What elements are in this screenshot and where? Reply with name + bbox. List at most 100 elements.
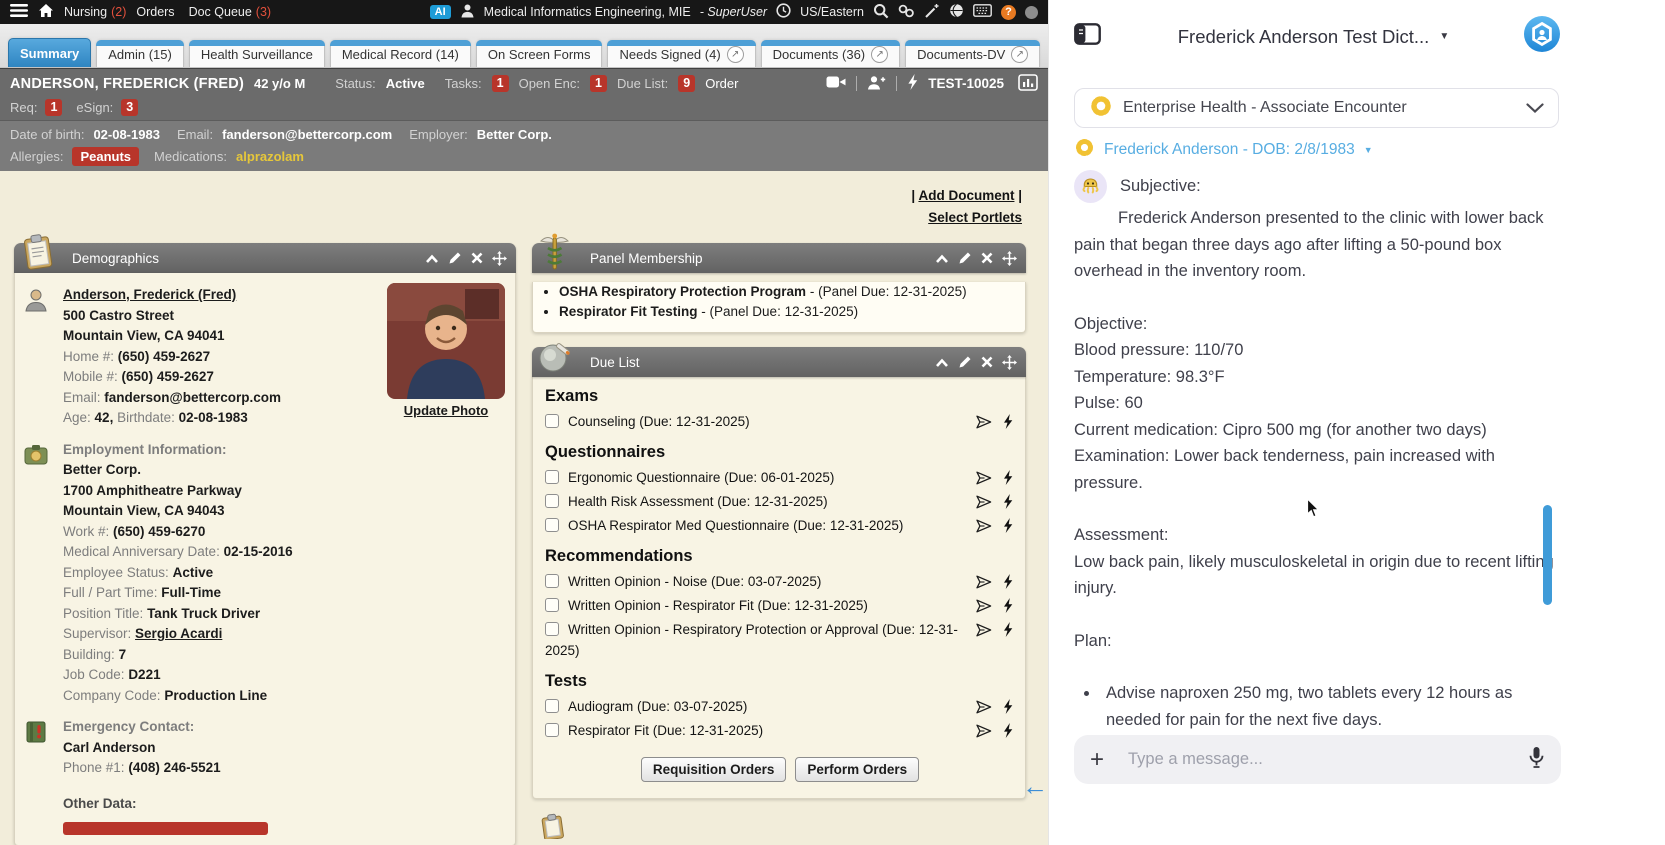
tab-admin[interactable]: Admin (15) bbox=[96, 40, 184, 67]
keyboard-icon[interactable] bbox=[973, 4, 992, 20]
close-icon[interactable] bbox=[471, 252, 483, 264]
bolt-icon[interactable] bbox=[1003, 414, 1013, 435]
panel-membership-header[interactable]: Panel Membership bbox=[532, 233, 1026, 273]
order-link[interactable]: Order bbox=[705, 76, 738, 91]
ai-badge[interactable]: AI bbox=[429, 5, 451, 19]
move-icon[interactable] bbox=[492, 250, 507, 266]
checkbox[interactable] bbox=[545, 494, 559, 508]
requisition-orders-button[interactable]: Requisition Orders bbox=[640, 757, 787, 782]
collapse-icon[interactable] bbox=[935, 357, 949, 368]
close-icon[interactable] bbox=[981, 252, 993, 264]
select-portlets-link[interactable]: Select Portlets bbox=[928, 210, 1022, 225]
tab-documents[interactable]: Documents (36) ↗ bbox=[760, 40, 901, 67]
send-icon[interactable] bbox=[976, 723, 992, 744]
edit-icon[interactable] bbox=[958, 355, 972, 369]
checkbox[interactable] bbox=[545, 723, 559, 737]
update-photo-link[interactable]: Update Photo bbox=[404, 403, 489, 418]
hamburger-icon[interactable] bbox=[10, 4, 28, 20]
home-icon[interactable] bbox=[38, 3, 54, 21]
bolt-icon[interactable] bbox=[1003, 494, 1013, 515]
chart-icon[interactable] bbox=[1018, 73, 1038, 94]
checkbox[interactable] bbox=[545, 699, 559, 713]
checkbox[interactable] bbox=[545, 622, 559, 636]
globe-icon[interactable] bbox=[949, 3, 964, 21]
collapse-icon[interactable] bbox=[425, 253, 439, 264]
send-icon[interactable] bbox=[976, 622, 992, 643]
esign-count-badge[interactable]: 3 bbox=[121, 98, 139, 116]
scrollbar-thumb[interactable] bbox=[1543, 505, 1552, 605]
bolt-icon[interactable] bbox=[1003, 518, 1013, 539]
send-icon[interactable] bbox=[976, 598, 992, 619]
bolt-icon[interactable] bbox=[1003, 699, 1013, 720]
edit-icon[interactable] bbox=[448, 251, 462, 265]
edit-icon[interactable] bbox=[958, 251, 972, 265]
send-icon[interactable] bbox=[976, 699, 992, 720]
checkbox[interactable] bbox=[545, 598, 559, 612]
move-icon[interactable] bbox=[1002, 250, 1017, 266]
close-icon[interactable] bbox=[981, 356, 993, 368]
tab-documents-dv[interactable]: Documents-DV ↗ bbox=[905, 40, 1041, 67]
send-icon[interactable] bbox=[976, 414, 992, 435]
tasks-count-badge[interactable]: 1 bbox=[491, 75, 509, 92]
nav-orders[interactable]: Orders bbox=[136, 5, 178, 19]
encounter-selector[interactable]: Enterprise Health - Associate Encounter bbox=[1074, 88, 1559, 128]
open-enc-count-badge[interactable]: 1 bbox=[590, 75, 607, 92]
supervisor-link[interactable]: Sergio Acardi bbox=[135, 626, 222, 641]
perform-orders-button[interactable]: Perform Orders bbox=[795, 757, 920, 782]
send-icon[interactable] bbox=[976, 470, 992, 491]
patient-name[interactable]: ANDERSON, FREDERICK (FRED) bbox=[10, 76, 244, 92]
message-input[interactable] bbox=[1126, 749, 1520, 770]
wand-icon[interactable] bbox=[924, 3, 940, 21]
assistant-logo-icon[interactable] bbox=[1523, 15, 1561, 58]
nav-doc-queue[interactable]: Doc Queue (3) bbox=[189, 5, 272, 19]
bolt-icon[interactable] bbox=[1003, 470, 1013, 491]
tab-health-surveillance[interactable]: Health Surveillance bbox=[188, 40, 325, 67]
collapse-arrow-icon[interactable]: ← bbox=[1022, 773, 1048, 799]
allergy-badge[interactable]: Peanuts bbox=[72, 146, 140, 166]
demographics-header[interactable]: Demographics bbox=[14, 234, 516, 273]
add-document-link[interactable]: Add Document bbox=[918, 188, 1014, 203]
medication-value[interactable]: alprazolam bbox=[236, 149, 304, 164]
bolt-icon[interactable] bbox=[1003, 723, 1013, 744]
popout-icon[interactable]: ↗ bbox=[1011, 45, 1029, 63]
timezone-label[interactable]: US/Eastern bbox=[800, 5, 864, 19]
panel-item[interactable]: Respirator Fit Testing - (Panel Due: 12-… bbox=[559, 302, 1025, 321]
send-icon[interactable] bbox=[976, 574, 992, 595]
mic-icon[interactable] bbox=[1528, 746, 1545, 774]
checkbox[interactable] bbox=[545, 518, 559, 532]
bolt-icon[interactable] bbox=[1003, 622, 1013, 643]
tab-needs-signed[interactable]: Needs Signed (4) ↗ bbox=[607, 40, 756, 67]
send-icon[interactable] bbox=[976, 518, 992, 539]
checkbox[interactable] bbox=[545, 414, 559, 428]
panel-toggle-icon[interactable] bbox=[1074, 23, 1104, 50]
help-icon[interactable]: ? bbox=[1001, 4, 1016, 20]
req-count-badge[interactable]: 1 bbox=[45, 98, 63, 116]
tab-medical-record[interactable]: Medical Record (14) bbox=[329, 40, 471, 67]
panel-item[interactable]: OSHA Respiratory Protection Program - (P… bbox=[559, 282, 1025, 301]
bolt-icon[interactable] bbox=[1003, 574, 1013, 595]
video-camera-icon[interactable] bbox=[826, 75, 846, 92]
org-name[interactable]: Medical Informatics Engineering, MIE bbox=[484, 5, 691, 19]
send-icon[interactable] bbox=[976, 494, 992, 515]
conversation-title-dropdown[interactable]: Frederick Anderson Test Dict... ▼ bbox=[1104, 26, 1523, 48]
due-list-header[interactable]: Due List bbox=[532, 343, 1026, 377]
tab-summary[interactable]: Summary bbox=[8, 38, 92, 67]
patient-name-link[interactable]: Anderson, Frederick (Fred) bbox=[63, 287, 236, 302]
status-dot-icon bbox=[1025, 5, 1038, 19]
plus-icon[interactable]: + bbox=[1090, 747, 1104, 772]
checkbox[interactable] bbox=[545, 470, 559, 484]
collapse-icon[interactable] bbox=[935, 253, 949, 264]
popout-icon[interactable]: ↗ bbox=[871, 45, 889, 63]
tab-on-screen-forms[interactable]: On Screen Forms bbox=[475, 40, 603, 67]
lightning-icon[interactable] bbox=[907, 74, 918, 93]
popout-icon[interactable]: ↗ bbox=[726, 45, 744, 63]
checkbox[interactable] bbox=[545, 574, 559, 588]
patient-selector[interactable]: Frederick Anderson - DOB: 2/8/1983 ▼ bbox=[1074, 137, 1373, 163]
nav-nursing[interactable]: Nursing (2) bbox=[64, 5, 126, 19]
search-icon[interactable] bbox=[873, 3, 889, 22]
link-icon[interactable] bbox=[898, 4, 915, 21]
add-person-icon[interactable] bbox=[867, 75, 886, 93]
bolt-icon[interactable] bbox=[1003, 598, 1013, 619]
due-list-count-badge[interactable]: 9 bbox=[678, 75, 696, 92]
move-icon[interactable] bbox=[1002, 354, 1017, 370]
